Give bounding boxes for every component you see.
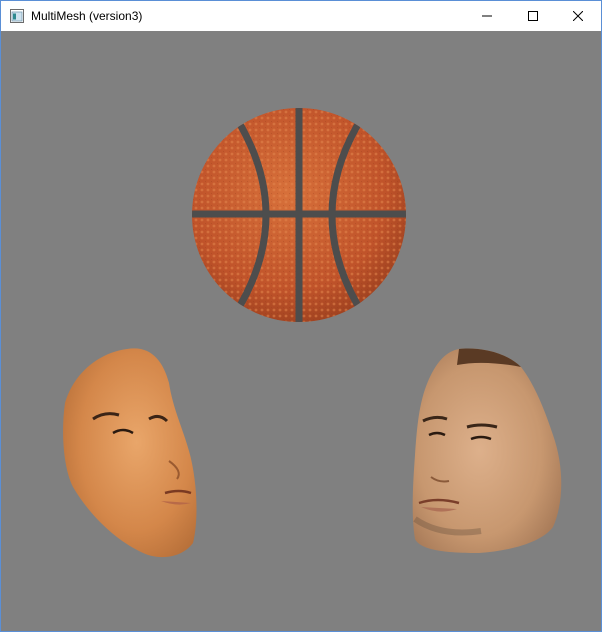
face-left-mesh [63,348,197,558]
face-right-mesh [412,348,562,553]
close-button[interactable] [555,1,601,31]
title-bar[interactable]: MultiMesh (version3) [1,1,601,31]
render-viewport[interactable] [1,31,601,631]
maximize-icon [528,11,538,21]
minimize-button[interactable] [464,1,510,31]
window-app-icon[interactable] [10,9,24,23]
maximize-button[interactable] [510,1,556,31]
window-title: MultiMesh (version3) [31,9,143,23]
scene-canvas [63,108,562,558]
app-window: MultiMesh (version3) [0,0,602,632]
close-icon [573,11,583,21]
basketball-mesh [192,108,406,322]
minimize-icon [482,11,492,21]
